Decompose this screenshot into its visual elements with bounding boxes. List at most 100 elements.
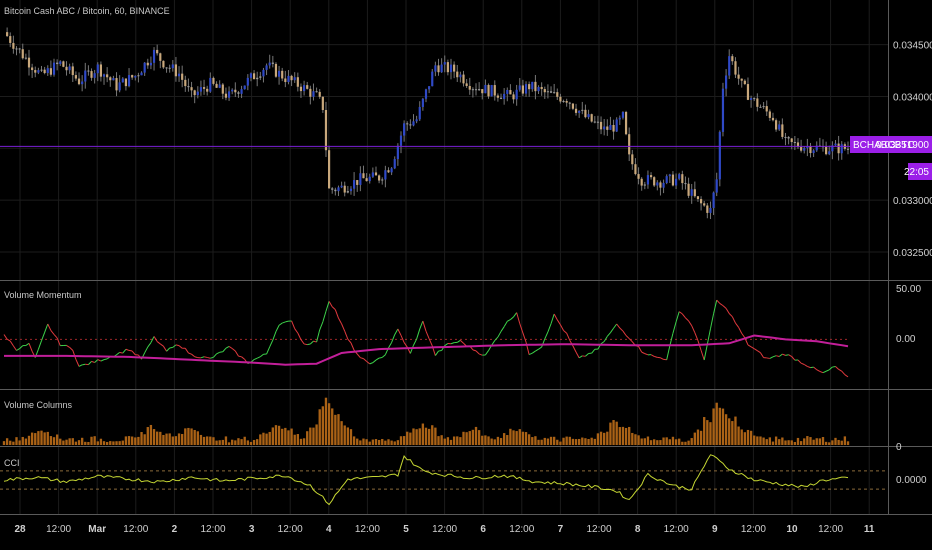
candle-body <box>674 178 678 186</box>
volume-bar <box>809 437 812 445</box>
candle-body <box>306 85 309 89</box>
candle-body <box>409 124 412 126</box>
volume-bar <box>224 436 228 445</box>
volume-bar <box>268 431 271 445</box>
volume-bar <box>690 438 693 445</box>
candle-body <box>15 48 18 50</box>
volume-bar <box>209 436 212 445</box>
volume-bar <box>2 441 6 445</box>
volume-bar <box>824 441 828 445</box>
candle-body <box>524 84 528 94</box>
volume-bar <box>274 425 278 445</box>
candle-body <box>449 64 453 73</box>
price-axis-label: 0.03300000 <box>893 196 932 207</box>
volume-bar <box>821 437 825 445</box>
volume-bar <box>668 439 671 445</box>
time-axis-label: 12:00 <box>509 524 534 535</box>
volume-bar <box>27 435 31 445</box>
time-axis-label: 12:00 <box>200 524 225 535</box>
candle-body <box>474 89 478 91</box>
volume-bar <box>449 439 453 445</box>
volume-bar <box>740 429 743 445</box>
candle-body <box>718 131 721 180</box>
volume-bar <box>831 440 834 445</box>
volume-bar <box>684 441 687 445</box>
volume-bar <box>606 431 609 445</box>
volume-bar <box>130 436 134 445</box>
time-axis-label: 4 <box>326 524 332 535</box>
candle-body <box>184 79 187 87</box>
volume-bar <box>474 426 478 445</box>
volume-bar <box>90 436 93 445</box>
volume-bar <box>18 440 21 445</box>
candle-body <box>753 98 756 100</box>
candle-body <box>362 173 365 179</box>
volume-bar <box>437 436 440 445</box>
candle-body <box>237 92 240 94</box>
candle-body <box>659 182 662 188</box>
candle-body <box>124 78 128 87</box>
volume-bar <box>77 440 81 445</box>
candle-body <box>259 76 262 78</box>
volume-bar <box>46 431 49 445</box>
volume-tick-0: 0 <box>896 442 902 453</box>
volume-bar <box>628 426 631 445</box>
candle-body <box>131 75 134 78</box>
volume-bar <box>787 440 790 445</box>
candle-body <box>221 84 224 94</box>
candle-body <box>190 87 193 91</box>
price-tag-price: 0.03351900 <box>876 140 929 151</box>
candle-body <box>240 89 243 94</box>
cci-tick-0: 0.0000 <box>896 475 927 486</box>
trading-chart[interactable]: Bitcoin Cash ABC / Bitcoin, 60, BINANCE … <box>0 0 932 550</box>
candle-body <box>453 64 456 72</box>
time-axis-label: 9 <box>712 524 718 535</box>
candle-body <box>199 87 203 92</box>
momentum-segment <box>128 349 133 352</box>
volume-bar <box>734 416 737 445</box>
volume-bar <box>546 438 550 445</box>
volume-bar <box>571 438 575 445</box>
candle-body <box>640 178 643 186</box>
volume-bar <box>309 427 312 445</box>
volume-bar <box>96 441 99 445</box>
volume-bar <box>296 434 300 445</box>
time-axis-label: 7 <box>558 524 564 535</box>
volume-bar <box>93 436 96 445</box>
candle-body <box>165 67 168 69</box>
candle-body <box>312 91 315 97</box>
candle-body <box>49 68 52 75</box>
volume-bar <box>434 427 437 445</box>
volume-bar <box>431 425 434 445</box>
candle-body <box>287 75 290 83</box>
volume-bar <box>221 439 224 445</box>
candle-body <box>140 72 143 76</box>
candle-body <box>415 119 418 122</box>
volume-bar <box>746 429 750 445</box>
volume-bar <box>581 437 584 445</box>
candle-body <box>446 62 449 73</box>
candle-body <box>337 187 340 192</box>
volume-bar <box>115 441 118 445</box>
candle-body <box>737 74 740 79</box>
candle-body <box>515 89 518 100</box>
volume-bar <box>621 426 625 445</box>
volume-bar <box>402 436 406 445</box>
volume-bar <box>140 432 143 445</box>
candle-body <box>231 89 234 92</box>
candle-body <box>790 138 793 142</box>
candle-body <box>681 174 684 184</box>
candle-body <box>828 151 831 155</box>
volume-bar <box>640 438 643 445</box>
momentum-tick-50: 50.00 <box>896 284 921 295</box>
time-axis: 28 12:00 Mar 12:00 2 12:00 3 12:00 4 12:00 5 12:00 6… <box>14 524 874 535</box>
candle-body <box>93 73 96 78</box>
candle-body <box>171 64 174 69</box>
candle-body <box>809 146 812 154</box>
volume-bar <box>552 436 556 445</box>
candle-body <box>634 164 637 175</box>
candle-body <box>99 64 102 77</box>
volume-bar <box>281 428 284 445</box>
candle-body <box>621 111 625 118</box>
candle-body <box>834 143 837 146</box>
